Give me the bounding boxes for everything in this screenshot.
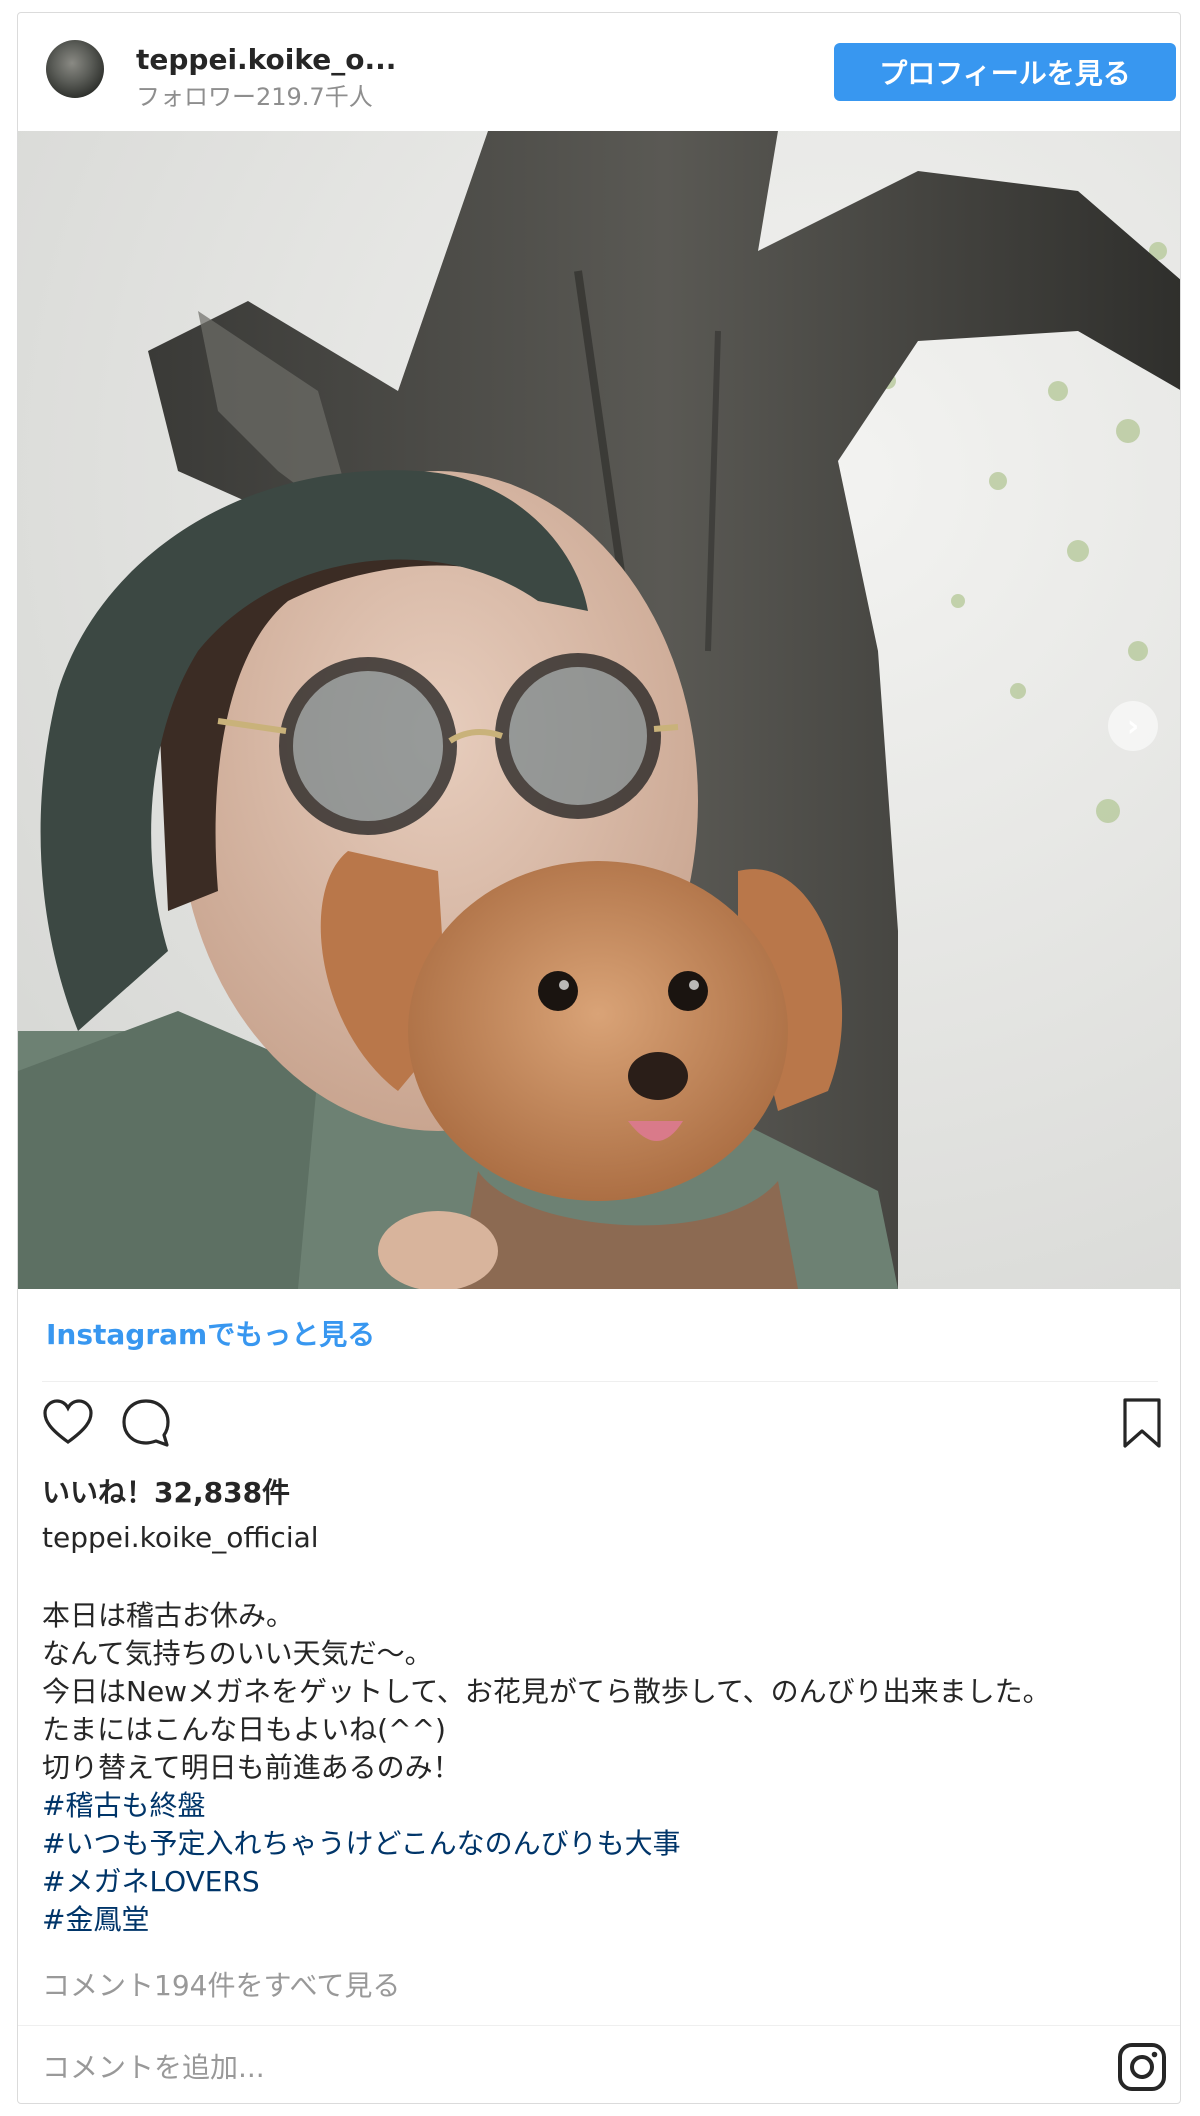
bookmark-icon[interactable] — [1114, 1395, 1170, 1451]
photo-illustration — [18, 131, 1180, 1289]
post-photo[interactable]: › — [18, 131, 1180, 1289]
instagram-embed-card: teppei.koike_o... フォロワー219.7千人 プロフィールを見る — [17, 12, 1181, 2104]
post-header: teppei.koike_o... フォロワー219.7千人 プロフィールを見る — [18, 13, 1180, 131]
more-on-instagram-link[interactable]: Instagramでもっと見る — [46, 1313, 375, 1353]
caption-username[interactable]: teppei.koike_official — [42, 1521, 319, 1554]
hashtag-link[interactable]: #メガネLOVERS — [42, 1863, 1051, 1901]
divider — [18, 2025, 1180, 2026]
avatar[interactable] — [46, 40, 104, 98]
caption: 本日は稽古お休み。 なんて気持ちのいい天気だ〜。 今日はNewメガネをゲットして… — [42, 1597, 1051, 1939]
divider — [42, 1381, 1158, 1382]
caption-line: たまにはこんな日もよいね(^^) — [42, 1713, 446, 1746]
username[interactable]: teppei.koike_o... — [136, 43, 396, 76]
add-comment-input[interactable]: コメントを追加... — [42, 2046, 265, 2086]
chevron-right-icon: › — [1126, 708, 1140, 744]
like-count[interactable]: いいね！32,838件 — [42, 1471, 290, 1511]
caption-line: 今日はNewメガネをゲットして、お花見がてら散歩して、のんびり出来ました。 — [42, 1675, 1051, 1708]
caption-line: なんて気持ちのいい天気だ〜。 — [42, 1637, 433, 1670]
next-photo-button[interactable]: › — [1108, 701, 1158, 751]
caption-line: 本日は稽古お休み。 — [42, 1599, 295, 1632]
instagram-icon[interactable] — [1116, 2041, 1168, 2093]
hashtag-link[interactable]: #金鳳堂 — [42, 1901, 1051, 1939]
follower-count: フォロワー219.7千人 — [136, 83, 373, 111]
hashtag-link[interactable]: #いつも予定入れちゃうけどこんなのんびりも大事 — [42, 1825, 1051, 1863]
hashtag-link[interactable]: #稽古も終盤 — [42, 1787, 1051, 1825]
heart-icon[interactable] — [40, 1395, 96, 1451]
caption-line: 切り替えて明日も前進あるのみ！ — [42, 1751, 461, 1784]
comment-icon[interactable] — [118, 1395, 174, 1451]
view-profile-button[interactable]: プロフィールを見る — [834, 43, 1176, 101]
view-all-comments-link[interactable]: コメント194件をすべて見る — [42, 1964, 400, 2004]
